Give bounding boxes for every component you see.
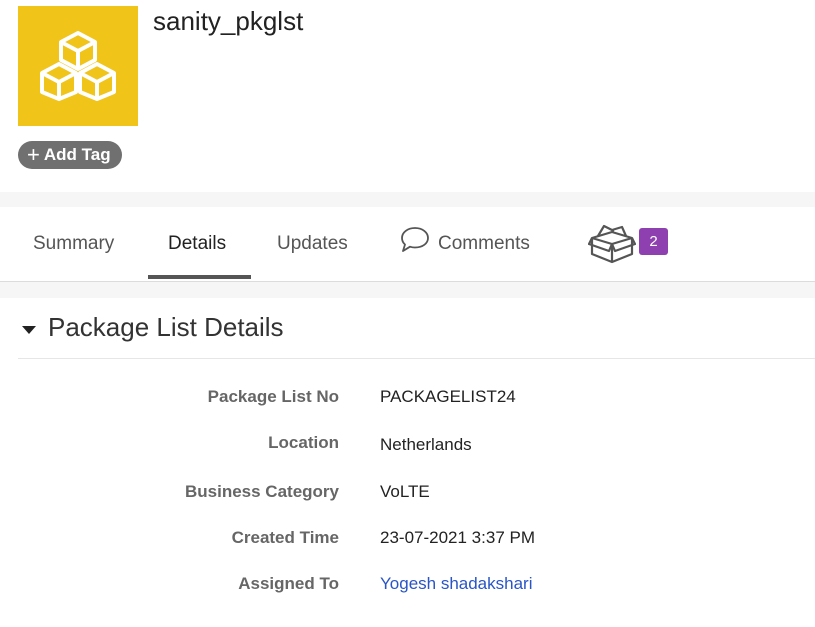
comment-icon [401, 226, 429, 252]
gift-box-icon [588, 224, 636, 263]
page-title: sanity_pkglst [153, 6, 304, 36]
section-toggle[interactable]: Package List Details [22, 312, 284, 343]
field-label-assigned-to: Assigned To [238, 574, 339, 593]
field-label-business-category: Business Category [185, 482, 339, 501]
tab-comments-label: Comments [438, 232, 530, 254]
field-label-package-list-no: Package List No [207, 387, 339, 406]
field-label-created-time: Created Time [231, 528, 339, 547]
field-value-package-list-no: PACKAGELIST24 [380, 387, 516, 406]
tab-comments[interactable]: Comments [400, 207, 530, 280]
field-value-business-category: VoLTE [380, 482, 430, 501]
header-separator [0, 192, 815, 207]
tab-updates[interactable]: Updates [277, 207, 348, 280]
section-title: Package List Details [48, 312, 284, 342]
tab-bar: Summary Details Updates Comments [0, 207, 815, 282]
assigned-to-link[interactable]: Yogesh shadakshari [380, 574, 533, 594]
record-header: sanity_pkglst + Add Tag [0, 0, 815, 192]
cubes-icon [40, 31, 116, 101]
tab-details[interactable]: Details [168, 207, 226, 280]
plus-icon: + [27, 142, 40, 167]
package-count-badge: 2 [639, 228, 668, 255]
caret-down-icon [22, 325, 36, 334]
section-divider [18, 358, 815, 359]
tabs-separator [0, 282, 815, 298]
field-value-location: Netherlands [380, 435, 472, 454]
add-tag-button[interactable]: + Add Tag [18, 141, 122, 169]
tab-summary[interactable]: Summary [33, 207, 114, 280]
tab-packages[interactable] [588, 207, 636, 280]
record-avatar [18, 6, 138, 126]
field-value-created-time: 23-07-2021 3:37 PM [380, 528, 535, 547]
active-tab-indicator [148, 275, 251, 279]
add-tag-label: Add Tag [43, 145, 111, 164]
field-label-location: Location [268, 433, 339, 452]
